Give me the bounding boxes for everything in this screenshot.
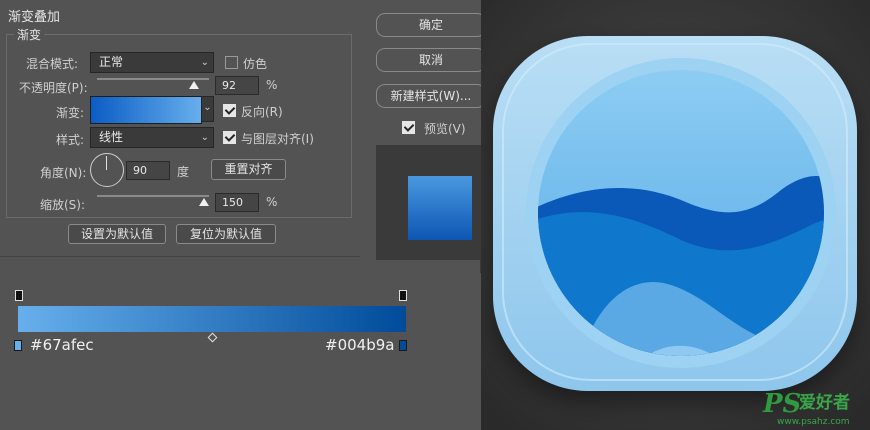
watermark-ps: PS: [762, 389, 801, 419]
angle-dial-needle: [106, 156, 107, 170]
color-stop-right[interactable]: [399, 340, 407, 351]
chevron-down-icon: ⌄: [200, 132, 209, 143]
style-preview-panel: [376, 145, 486, 273]
midpoint-diamond[interactable]: [207, 332, 218, 343]
style-label: 样式:: [56, 133, 85, 147]
opacity-input[interactable]: 92: [215, 76, 259, 95]
gradient-swatch[interactable]: [90, 96, 202, 124]
style-value: 线性: [99, 130, 124, 144]
align-layer-label: 与图层对齐(I): [241, 132, 314, 146]
color-stop-left[interactable]: [14, 340, 22, 351]
angle-label: 角度(N):: [40, 166, 87, 180]
align-layer-checkbox[interactable]: [223, 131, 236, 144]
artwork-canvas: PS 爱好者 www.psahz.com: [481, 0, 870, 430]
opacity-stop-left[interactable]: [15, 290, 23, 301]
set-default-button[interactable]: 设置为默认值: [68, 224, 166, 244]
angle-dial[interactable]: [90, 153, 124, 187]
opacity-label: 不透明度(P):: [19, 81, 88, 95]
blend-mode-label: 混合模式:: [26, 57, 79, 71]
ok-button[interactable]: 确定: [376, 13, 486, 37]
scale-unit: %: [266, 195, 278, 209]
gradient-editor: #67afec #004b9a: [0, 260, 480, 430]
reset-align-button[interactable]: 重置对齐: [211, 159, 286, 180]
blend-mode-value: 正常: [99, 55, 124, 69]
section-title: 渐变叠加: [8, 10, 61, 25]
reverse-checkbox[interactable]: [223, 104, 236, 117]
group-title: 渐变: [14, 26, 45, 43]
angle-input[interactable]: 90: [126, 161, 170, 180]
gradient-bar[interactable]: [18, 306, 406, 332]
dither-checkbox[interactable]: [225, 56, 238, 69]
preview-checkbox[interactable]: [402, 121, 415, 134]
watermark-url: www.psahz.com: [777, 417, 850, 427]
opacity-slider-track[interactable]: [97, 78, 209, 80]
blend-mode-select[interactable]: 正常 ⌄: [90, 52, 214, 73]
chevron-down-icon: ⌄: [200, 57, 209, 68]
gradient-picker-dropdown[interactable]: ⌄: [201, 96, 214, 122]
style-select[interactable]: 线性 ⌄: [90, 127, 214, 148]
scale-label: 缩放(S):: [40, 198, 86, 212]
new-style-button[interactable]: 新建样式(W)...: [376, 84, 486, 108]
chevron-down-icon: ⌄: [203, 102, 212, 113]
left-color-label: #67afec: [30, 336, 94, 354]
style-preview-swatch: [408, 176, 472, 240]
right-color-label: #004b9a: [325, 336, 395, 354]
opacity-slider-thumb[interactable]: [189, 81, 199, 89]
reset-default-button[interactable]: 复位为默认值: [176, 224, 276, 244]
opacity-stop-right[interactable]: [399, 290, 407, 301]
reverse-label: 反向(R): [241, 105, 283, 119]
app-icon-artwork: PS 爱好者 www.psahz.com: [481, 0, 870, 430]
angle-unit: 度: [177, 165, 190, 179]
scale-input[interactable]: 150: [215, 193, 259, 212]
watermark-text: 爱好者: [799, 392, 850, 413]
dither-label: 仿色: [243, 57, 268, 71]
opacity-unit: %: [266, 78, 278, 92]
scale-slider-track[interactable]: [97, 195, 209, 197]
scale-slider-thumb[interactable]: [199, 198, 209, 206]
preview-label: 预览(V): [424, 122, 466, 136]
layer-style-dialog: 渐变叠加 渐变 混合模式: 正常 ⌄ 仿色 不透明度(P): 92 % 渐变: …: [0, 0, 486, 430]
gradient-label: 渐变:: [56, 106, 85, 120]
cancel-button[interactable]: 取消: [376, 48, 486, 72]
divider: [0, 256, 360, 257]
